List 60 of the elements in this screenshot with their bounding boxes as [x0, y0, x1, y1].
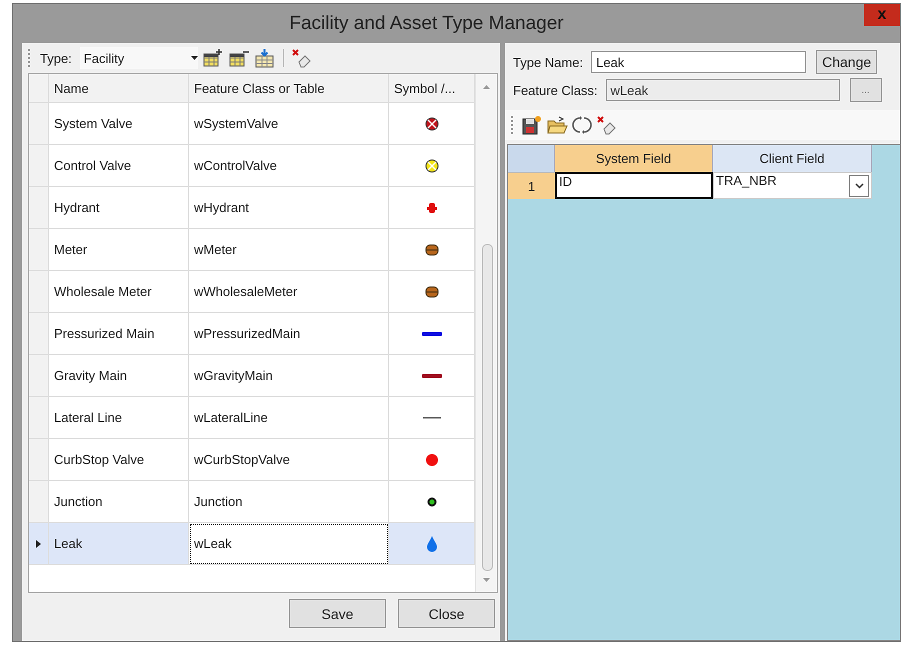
table-cell: Leak [49, 523, 189, 565]
table-cell: Pressurized Main [49, 313, 189, 355]
table-cell: wHydrant [189, 187, 389, 229]
table-cell: Hydrant [49, 187, 189, 229]
table-cell: Gravity Main [49, 355, 189, 397]
table-cell: Control Valve [49, 145, 189, 187]
type-dropdown[interactable]: Facility [80, 47, 198, 69]
feature-class-field: wLeak [606, 79, 840, 101]
dialog-button[interactable]: Close [398, 599, 495, 628]
type-row[interactable]: Control Valve wControlValve [29, 145, 475, 187]
table-cell: wControlValve [189, 145, 389, 187]
type-row[interactable]: Pressurized Main wPressurizedMain [29, 313, 475, 355]
table-cell: Lateral Line [49, 397, 189, 439]
table-cell: System Valve [49, 103, 189, 145]
scroll-up-icon[interactable] [483, 85, 490, 89]
table-cell: wWholesaleMeter [189, 271, 389, 313]
type-row[interactable]: Lateral Line wLateralLine [29, 397, 475, 439]
table-cell: wLeak [189, 523, 389, 565]
refresh-icon[interactable] [571, 115, 593, 135]
type-row[interactable]: Meter wMeter [29, 229, 475, 271]
type-name-field[interactable]: Leak [591, 51, 806, 73]
system-field-cell[interactable]: ID [555, 172, 713, 199]
column-header[interactable]: System Field [555, 145, 713, 172]
table-cell: wMeter [189, 229, 389, 271]
table-cell: wSystemValve [189, 103, 389, 145]
type-row[interactable]: Leak wLeak [29, 523, 475, 565]
table-cell: wLateralLine [189, 397, 389, 439]
dialog-button[interactable]: Save [289, 599, 386, 628]
delete-icon[interactable] [290, 48, 313, 68]
table-cell: Wholesale Meter [49, 271, 189, 313]
type-label: Type: [40, 50, 72, 66]
table-cell: wPressurizedMain [189, 313, 389, 355]
row-number: 1 [508, 172, 555, 199]
table-cell: wCurbStopValve [189, 439, 389, 481]
client-field-dropdown[interactable]: TRA_NBR [713, 172, 872, 199]
table-cell: CurbStop Valve [49, 439, 189, 481]
caret-icon [190, 56, 198, 60]
save-icon[interactable] [521, 115, 543, 135]
type-row[interactable]: Wholesale Meter wWholesaleMeter [29, 271, 475, 313]
grid-corner [508, 145, 555, 172]
chevron-icon [854, 183, 864, 189]
type-name-label: Type Name: [513, 54, 584, 70]
table-cell: wGravityMain [189, 355, 389, 397]
change-button[interactable]: Change [816, 50, 878, 74]
table-cell: Meter [49, 229, 189, 271]
type-row[interactable]: System Valve wSystemValve [29, 103, 475, 145]
feature-class-label: Feature Class: [513, 82, 598, 98]
type-row[interactable]: CurbStop Valve wCurbStopValve [29, 439, 475, 481]
scroll-down-icon[interactable] [483, 578, 490, 582]
column-header[interactable]: Name [49, 74, 189, 103]
folder-icon[interactable] [546, 115, 568, 135]
import-table-icon[interactable] [254, 48, 276, 68]
add-table-icon[interactable] [202, 48, 224, 68]
delete-icon[interactable] [596, 115, 618, 135]
column-header[interactable]: Feature Class or Table [189, 74, 389, 103]
window-title: Facility and Asset Type Manager [289, 12, 564, 34]
type-row[interactable]: Hydrant wHydrant [29, 187, 475, 229]
column-header[interactable]: Client Field [713, 145, 872, 172]
type-row[interactable]: Gravity Main wGravityMain [29, 355, 475, 397]
current-row-icon [36, 540, 41, 548]
